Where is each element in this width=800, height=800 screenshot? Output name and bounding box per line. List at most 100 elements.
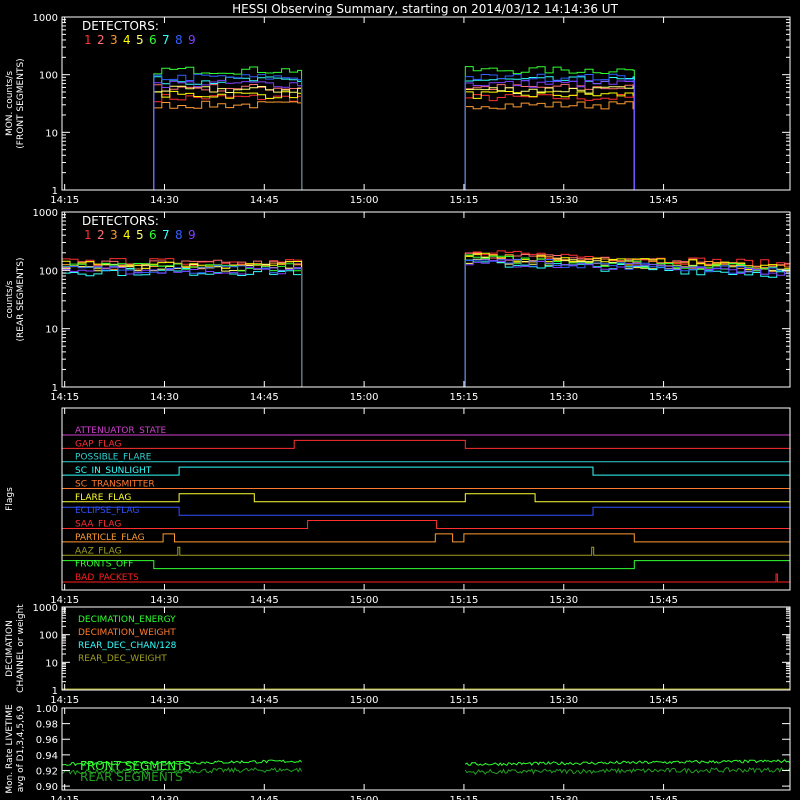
- flag-line-particle-flag: [62, 533, 790, 543]
- y-axis-label: (FRONT SEGMENTS): [16, 58, 26, 148]
- x-tick-label: 15:30: [549, 695, 578, 706]
- flag-label: PARTICLE_FLAG: [75, 533, 145, 543]
- y-tick-label: 100: [39, 71, 58, 82]
- y-tick-label: 1: [52, 383, 58, 394]
- flag-label: AAZ_FLAG: [75, 546, 122, 556]
- series-detector-7: [61, 259, 791, 388]
- x-tick-label: 14:45: [250, 392, 279, 403]
- x-tick-label: 15:30: [549, 595, 578, 606]
- flag-line-saa-flag: [62, 520, 790, 529]
- series-detector-8: [61, 258, 791, 388]
- y-tick-label: 10: [45, 658, 58, 669]
- flag-label: BAD_PACKETS: [75, 573, 139, 583]
- x-tick-label: 15:00: [350, 695, 379, 706]
- x-tick-label: 15:00: [350, 195, 379, 206]
- y-tick-label: 10: [45, 325, 58, 336]
- x-tick-label: 14:45: [250, 195, 279, 206]
- legend-entry: REAR SEGMENTS: [80, 770, 183, 784]
- series-detector-1: [62, 94, 790, 191]
- legend-entry: DECIMATION_ENERGY: [78, 615, 176, 625]
- y-tick-label: 1000: [33, 208, 58, 219]
- y-tick-label: 1: [52, 686, 58, 697]
- flag-line-fronts-off: [61, 560, 791, 570]
- x-tick-label: 14:30: [150, 795, 179, 800]
- series-detector-7: [62, 76, 790, 191]
- x-tick-label: 14:45: [250, 795, 279, 800]
- legend-detector-8: 8: [175, 33, 183, 47]
- flag-label: FLARE_FLAG: [75, 493, 131, 503]
- legend-detector-6: 6: [149, 33, 157, 47]
- series-detector-9: [62, 79, 790, 191]
- y-axis-label: (REAR SEGMENTS): [16, 257, 26, 341]
- flag-line-aaz-flag: [62, 546, 790, 556]
- legend-detector-5: 5: [136, 33, 144, 47]
- y-tick-label: 0.96: [36, 735, 58, 746]
- x-tick-label: 15:15: [450, 695, 479, 706]
- flag-line-gap-flag: [62, 439, 790, 449]
- series-detector-6: [61, 254, 791, 388]
- series-detector-5: [62, 85, 790, 191]
- series-detector-6: [62, 66, 790, 191]
- panel-decimation: 14:15 14:30 14:45 15:00 15:15 15:30 15:4511010…: [5, 603, 791, 706]
- series-detector-4: [62, 90, 790, 191]
- y-axis-label: DECIMATION: [5, 620, 15, 677]
- legend-detector-9: 9: [188, 33, 196, 47]
- flag-label: SC_IN_SUNLIGHT: [75, 466, 152, 476]
- y-tick-label: 0.92: [36, 766, 58, 777]
- legend-entry: REAR_DEC_WEIGHT: [78, 654, 167, 664]
- legend-detector-9: 9: [188, 228, 196, 242]
- hessi-summary-plot: HESSI Observing Summary, starting on 201…: [5, 2, 791, 800]
- flag-label: ECLIPSE_FLAG: [75, 506, 139, 516]
- panel-frame: [61, 211, 791, 388]
- panel-flags: ATTENUATOR_STATE GAP_FLAG POSSIBLE_FLARE SC…: [5, 407, 791, 606]
- y-tick-label: 100: [39, 631, 58, 642]
- flag-label: FRONTS_OFF: [75, 560, 133, 570]
- y-axis-label: counts/s: [5, 280, 15, 318]
- series-detector-3: [62, 100, 790, 191]
- x-tick-label: 15:45: [649, 695, 678, 706]
- x-tick-label: 15:30: [549, 195, 578, 206]
- panel-livetime: 0.90 0.92 0.94 0.96 0.98 1.00 14:15 14:30 14:45 1…: [5, 704, 791, 800]
- y-axis-label: Mon. Rate LIVETIME: [5, 704, 15, 794]
- x-tick-label: 14:45: [250, 695, 279, 706]
- y-axis-label: avg of D1,3,4,5,6,9: [16, 705, 26, 792]
- x-tick-label: 14:45: [250, 595, 279, 606]
- y-tick-label: 0.98: [36, 720, 58, 731]
- legend-detector-6: 6: [149, 228, 157, 242]
- flag-label: ATTENUATOR_STATE: [75, 426, 167, 436]
- series-detector-5: [61, 257, 791, 388]
- legend-entry: DECIMATION_WEIGHT: [78, 628, 176, 638]
- flag-label: GAP_FLAG: [75, 439, 121, 449]
- y-tick-label: 1000: [33, 603, 58, 614]
- x-tick-label: 14:30: [150, 595, 179, 606]
- flag-label: SAA_FLAG: [75, 520, 121, 530]
- legend-detector-4: 4: [123, 33, 131, 47]
- panel-front: 14:15 14:30 14:45 15:00 15:15 15:30 15:4511010…: [5, 13, 791, 206]
- legend-detector-7: 7: [162, 33, 170, 47]
- flag-line-sc-in-sunlight: [62, 466, 790, 476]
- legend-entry: REAR_DEC_CHAN/128: [78, 641, 177, 651]
- x-tick-label: 15:15: [450, 795, 479, 800]
- legend-detector-2: 2: [97, 33, 105, 47]
- x-tick-label: 15:45: [649, 195, 678, 206]
- flag-label: POSSIBLE_FLARE: [75, 453, 152, 463]
- y-tick-label: 10: [45, 128, 58, 139]
- series-detector-2: [62, 83, 790, 191]
- flag-line-eclipse-flag: [61, 506, 791, 516]
- x-tick-label: 15:45: [649, 392, 678, 403]
- x-tick-label: 15:15: [450, 195, 479, 206]
- legend-detector-1: 1: [84, 33, 92, 47]
- y-axis-label: CHANNEL or weight: [16, 604, 26, 693]
- flag-line-flare-flag: [62, 493, 790, 503]
- x-tick-label: 15:00: [350, 595, 379, 606]
- legend-detector-4: 4: [123, 228, 131, 242]
- x-tick-label: 15:00: [350, 795, 379, 800]
- plot-title: HESSI Observing Summary, starting on 201…: [232, 2, 618, 16]
- x-tick-label: 15:30: [549, 795, 578, 800]
- legend-detector-3: 3: [110, 33, 118, 47]
- x-tick-label: 14:30: [150, 195, 179, 206]
- x-tick-label: 15:30: [549, 392, 578, 403]
- x-tick-label: 15:45: [649, 795, 678, 800]
- legend-detector-3: 3: [110, 228, 118, 242]
- y-tick-label: 0.94: [36, 751, 58, 762]
